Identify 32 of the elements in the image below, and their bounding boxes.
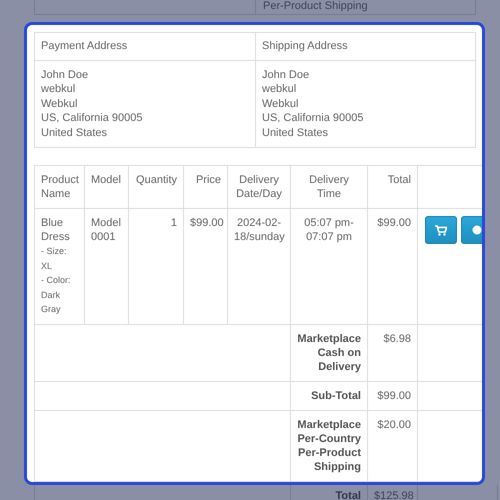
table-cell: 1 (129, 209, 184, 325)
table-cell: $99.00 (368, 209, 418, 325)
column-header: Delivery Date/Day (228, 166, 291, 210)
column-header: Price (184, 166, 228, 210)
circle-icon (472, 225, 482, 236)
column-header: Shipping Address (256, 33, 476, 61)
total-label: Sub-Total (291, 382, 368, 411)
column-header: Payment Address (35, 33, 256, 61)
address-text: John Doe webkul Webkul US, California 90005 United States (35, 61, 256, 148)
total-label: Marketplace Per-Country Per-Product Shipping (291, 410, 368, 482)
column-header: Total (368, 166, 418, 210)
total-label: Total (291, 485, 368, 500)
table-cell: 05:07 pm-07:07 pm (291, 209, 368, 325)
product-name: Blue Dress (41, 216, 71, 244)
column-header: Delivery Time (291, 166, 368, 210)
address-text: John Doe webkul Webkul US, California 90005 United States (256, 61, 476, 148)
cart-button[interactable] (425, 216, 457, 244)
total-value: $20.00 (368, 410, 418, 482)
product-option: - Size: XL (41, 244, 78, 274)
column-header: Model (85, 166, 129, 210)
column-header: Product Name (35, 166, 85, 210)
total-label: Marketplace Cash on Delivery (291, 324, 368, 382)
table-cell: Model 0001 (85, 209, 129, 325)
table-cell: $99.00 (184, 209, 228, 325)
total-value: $6.98 (368, 324, 418, 382)
product-option: - Color: Dark Gray (41, 273, 78, 317)
table-cell: 2024-02-18/sunday (228, 209, 291, 325)
total-value: $99.00 (368, 382, 418, 411)
total-value: $125.98 (368, 485, 418, 500)
cart-icon (435, 224, 447, 236)
cell-text: Per-Product Shipping (256, 0, 476, 14)
column-header: Quantity (129, 166, 184, 210)
